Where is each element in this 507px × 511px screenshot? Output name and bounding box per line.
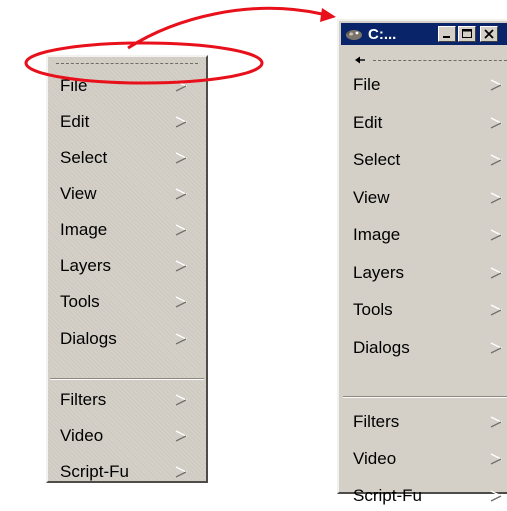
menu-item-dialogs[interactable]: Dialogs (353, 333, 507, 363)
menu-item-select[interactable]: Select (353, 145, 507, 175)
menu-item-select[interactable]: Select (60, 143, 200, 173)
torn-off-menu-window: C:... File Edit Select View Image Layers… (337, 19, 507, 505)
window-titlebar[interactable]: C:... (341, 23, 507, 45)
close-button[interactable] (480, 26, 498, 42)
submenu-arrow-icon (175, 152, 188, 164)
menu-item-image[interactable]: Image (353, 220, 507, 250)
menu-item-label: Video (353, 449, 397, 468)
menu-body: File Edit Select View Image Layers Tools (341, 47, 507, 505)
menu-item-label: Layers (60, 256, 112, 275)
menu-item-tools[interactable]: Tools (353, 295, 507, 325)
menu-item-view[interactable]: View (60, 179, 200, 209)
submenu-arrow-icon (490, 304, 503, 316)
menu-item-label: Script-Fu (353, 486, 422, 505)
menu-item-edit[interactable]: Edit (60, 107, 200, 137)
menu-item-label: Edit (353, 113, 383, 132)
submenu-arrow-icon (490, 192, 503, 204)
submenu-arrow-icon (175, 260, 188, 272)
annotation-ellipse (24, 41, 264, 85)
menu-item-script-fu[interactable]: Script-Fu (353, 481, 507, 511)
close-icon (484, 29, 494, 39)
menu-item-label: Script-Fu (60, 462, 129, 481)
menu-item-label: Edit (60, 112, 90, 131)
menu-item-label: Dialogs (60, 329, 117, 348)
menu-item-view[interactable]: View (353, 183, 507, 213)
tearoff-back-arrow-icon[interactable] (353, 55, 367, 65)
menu-item-label: Video (60, 426, 104, 445)
menu-item-label: Tools (353, 300, 393, 319)
menu-item-label: Filters (353, 412, 400, 431)
maximize-icon (462, 29, 472, 38)
window-title: C:... (368, 25, 397, 43)
submenu-arrow-icon (490, 154, 503, 166)
submenu-arrow-icon (175, 116, 188, 128)
menu-item-label: Layers (353, 263, 405, 282)
menu-item-edit[interactable]: Edit (353, 108, 507, 138)
submenu-arrow-icon (175, 333, 188, 345)
submenu-arrow-icon (175, 224, 188, 236)
submenu-arrow-icon (175, 394, 188, 406)
submenu-arrow-icon (490, 117, 503, 129)
menu-separator (50, 378, 204, 380)
menu-item-label: Select (353, 150, 401, 169)
submenu-arrow-icon (490, 229, 503, 241)
submenu-arrow-icon (175, 466, 188, 478)
menu-item-layers[interactable]: Layers (353, 258, 507, 288)
submenu-arrow-icon (490, 267, 503, 279)
menu-item-filters[interactable]: Filters (60, 385, 200, 415)
maximize-button[interactable] (458, 26, 476, 42)
submenu-arrow-icon (490, 490, 503, 502)
menu-item-image[interactable]: Image (60, 215, 200, 245)
tearoff-line (373, 60, 507, 61)
menu-item-label: Image (353, 225, 401, 244)
menu-item-label: Filters (60, 390, 107, 409)
minimize-button[interactable] (438, 26, 456, 42)
minimize-icon (443, 36, 450, 38)
submenu-arrow-icon (175, 430, 188, 442)
menu-item-label: Image (60, 220, 108, 239)
submenu-arrow-icon (490, 416, 503, 428)
menu-item-video[interactable]: Video (60, 421, 200, 451)
submenu-arrow-icon (175, 296, 188, 308)
menu-item-tools[interactable]: Tools (60, 287, 200, 317)
context-menu: File Edit Select View Image Layers Tools… (46, 55, 208, 483)
menu-item-label: View (353, 188, 390, 207)
submenu-arrow-icon (175, 188, 188, 200)
menu-separator (343, 396, 507, 398)
menu-item-file[interactable]: File (353, 70, 507, 100)
menu-item-label: Dialogs (353, 338, 410, 357)
menu-item-filters[interactable]: Filters (353, 407, 507, 437)
gimp-wilber-icon (346, 30, 362, 40)
submenu-arrow-icon (490, 453, 503, 465)
menu-item-label: Tools (60, 292, 100, 311)
submenu-arrow-icon (490, 342, 503, 354)
menu-item-layers[interactable]: Layers (60, 251, 200, 281)
submenu-arrow-icon (490, 79, 503, 91)
menu-item-label: View (60, 184, 97, 203)
menu-item-label: File (353, 75, 381, 94)
menu-item-video[interactable]: Video (353, 444, 507, 474)
menu-item-label: Select (60, 148, 108, 167)
menu-item-dialogs[interactable]: Dialogs (60, 324, 200, 354)
menu-item-script-fu[interactable]: Script-Fu (60, 457, 200, 487)
